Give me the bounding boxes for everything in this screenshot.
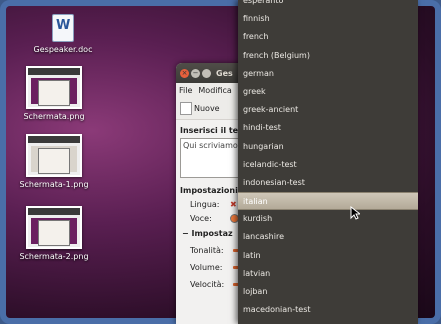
dropdown-item-french-belgium[interactable]: french (Belgium) <box>238 47 418 65</box>
desktop-icon-gespeaker-doc[interactable]: W Gespeaker.doc <box>22 14 104 54</box>
dropdown-item-esperanto[interactable]: esperanto <box>238 0 418 10</box>
desktop-icon-schermata-2[interactable]: Schermata-2.png <box>13 206 95 261</box>
desktop-icon-label: Schermata-2.png <box>19 252 89 261</box>
dropdown-item-macedonian-test[interactable]: macedonian-test <box>238 301 418 319</box>
mouse-pointer-icon <box>350 206 360 220</box>
word-document-icon: W <box>52 14 74 42</box>
language-label: Lingua: <box>190 200 220 209</box>
speed-label: Velocità: <box>190 280 225 289</box>
dropdown-item-german[interactable]: german <box>238 65 418 83</box>
new-button-label: Nuove <box>194 103 220 113</box>
voice-label: Voce: <box>190 214 212 223</box>
dropdown-item-latin[interactable]: latin <box>238 247 418 265</box>
image-thumbnail-icon <box>26 134 82 177</box>
tone-label: Tonalità: <box>190 246 224 255</box>
desktop-icon-label: Schermata-1.png <box>19 180 89 189</box>
image-thumbnail-icon <box>26 66 82 109</box>
close-window-button[interactable]: × <box>180 68 189 78</box>
dropdown-item-indonesian-test[interactable]: indonesian-test <box>238 174 418 192</box>
new-document-icon <box>180 101 192 115</box>
image-thumbnail-icon <box>26 206 82 249</box>
dropdown-item-hungarian[interactable]: hungarian <box>238 138 418 156</box>
dropdown-item-hindi-test[interactable]: hindi-test <box>238 119 418 137</box>
minimize-window-button[interactable]: − <box>191 68 200 78</box>
dropdown-item-icelandic-test[interactable]: icelandic-test <box>238 156 418 174</box>
desktop-icon-label: Schermata.png <box>23 112 85 121</box>
language-combo[interactable]: ✖ <box>230 200 237 209</box>
volume-label: Volume: <box>190 263 223 272</box>
dropdown-item-lancashire[interactable]: lancashire <box>238 228 418 246</box>
desktop-icon-schermata[interactable]: Schermata.png <box>13 66 95 121</box>
dropdown-item-greek-ancient[interactable]: greek-ancient <box>238 101 418 119</box>
language-dropdown-list[interactable]: esperanto finnish french french (Belgium… <box>238 0 418 324</box>
dropdown-item-lojban[interactable]: lojban <box>238 283 418 301</box>
desktop-icon-label: Gespeaker.doc <box>33 45 93 54</box>
desktop-icon-schermata-1[interactable]: Schermata-1.png <box>13 134 95 189</box>
dropdown-item-french[interactable]: french <box>238 28 418 46</box>
menu-file[interactable]: File <box>179 86 192 95</box>
new-button[interactable]: Nuove <box>180 101 220 115</box>
maximize-window-button[interactable] <box>202 68 211 78</box>
menu-edit[interactable]: Modifica <box>198 86 231 95</box>
dropdown-item-greek[interactable]: greek <box>238 83 418 101</box>
dropdown-item-latvian[interactable]: latvian <box>238 265 418 283</box>
window-title: Ges <box>216 68 233 78</box>
dropdown-item-finnish[interactable]: finnish <box>238 10 418 28</box>
dropdown-item-kurdish[interactable]: kurdish <box>238 210 418 228</box>
dropdown-item-italian[interactable]: italian <box>238 192 418 211</box>
